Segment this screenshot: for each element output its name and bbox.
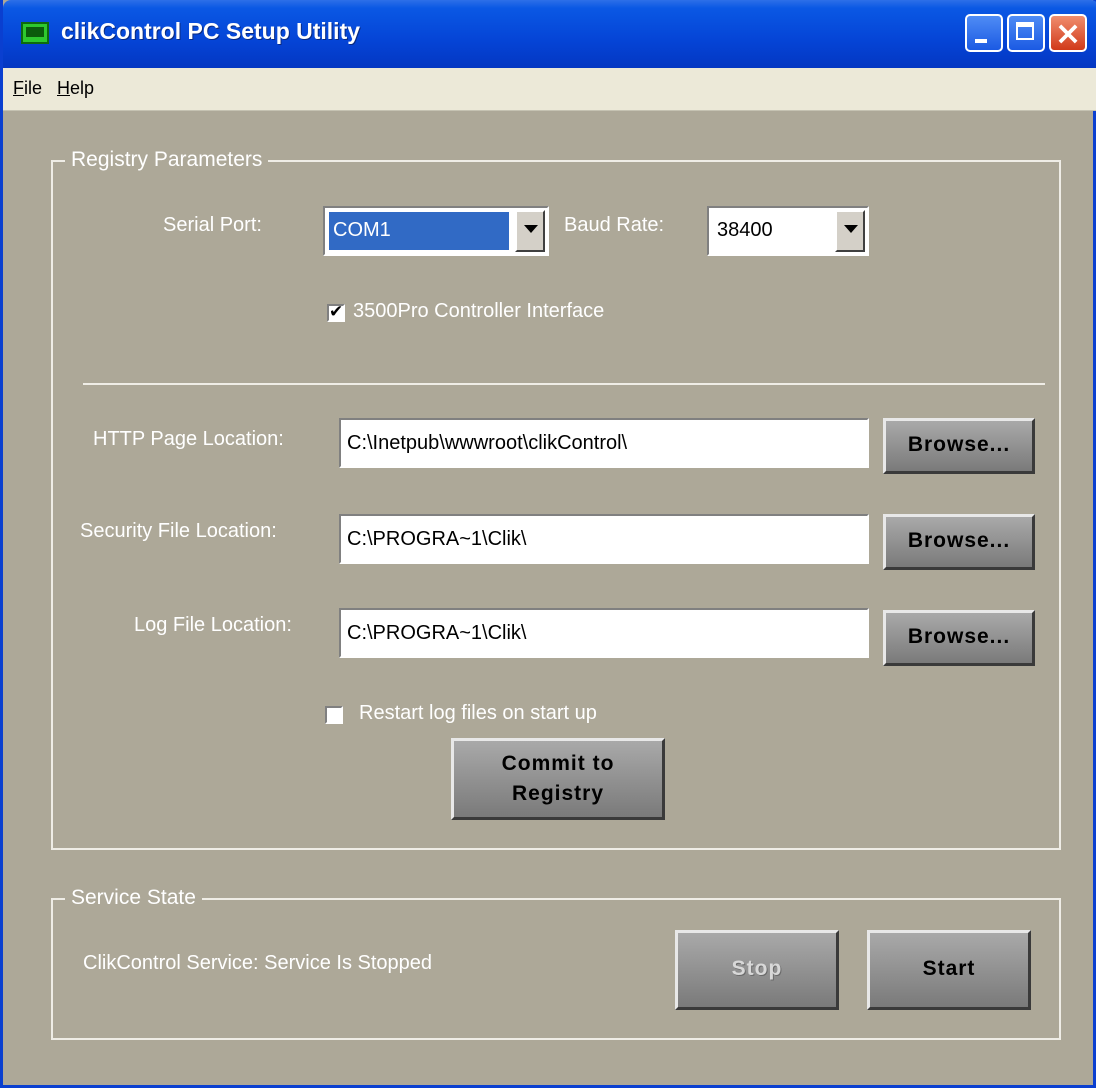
app-icon[interactable]	[21, 22, 49, 44]
menu-bar: File Help	[3, 68, 1096, 111]
title-bar[interactable]: clikControl PC Setup Utility ×	[3, 0, 1096, 68]
window-title: clikControl PC Setup Utility	[61, 18, 361, 44]
serial-port-value: COM1	[328, 211, 510, 251]
close-icon: ×	[1054, 14, 1082, 52]
log-browse-button[interactable]: Browse...	[883, 610, 1035, 666]
divider	[83, 383, 1045, 385]
serial-port-dropdown-arrow-icon[interactable]	[515, 210, 545, 252]
maximize-icon	[1016, 22, 1034, 40]
log-location-field[interactable]: C:\PROGRA~1\Clik\	[339, 608, 869, 658]
commit-line-2: Registry	[511, 782, 605, 805]
controller-interface-label[interactable]: 3500Pro Controller Interface	[353, 300, 604, 323]
baud-rate-value: 38400	[717, 219, 773, 241]
security-location-label: Security File Location:	[80, 520, 277, 542]
app-window: clikControl PC Setup Utility × File Help…	[0, 0, 1096, 1088]
close-button[interactable]: ×	[1049, 14, 1087, 52]
controller-interface-checkbox[interactable]	[327, 302, 345, 322]
service-status-text: ClikControl Service: Service Is Stopped	[83, 952, 433, 974]
stop-button[interactable]: Stop	[675, 930, 839, 1010]
baud-rate-dropdown-arrow-icon[interactable]	[835, 210, 865, 252]
commit-to-registry-button[interactable]: Commit to Registry	[451, 738, 665, 820]
minimize-button[interactable]	[965, 14, 1003, 52]
http-location-label: HTTP Page Location:	[93, 428, 284, 450]
commit-line-1: Commit to	[501, 752, 615, 775]
http-browse-button[interactable]: Browse...	[883, 418, 1035, 474]
service-group-label: Service State	[65, 886, 202, 910]
http-location-field[interactable]: C:\Inetpub\wwwroot\clikControl\	[339, 418, 869, 468]
security-browse-button[interactable]: Browse...	[883, 514, 1035, 570]
restart-log-checkbox[interactable]	[325, 706, 343, 724]
menu-help[interactable]: Help	[57, 78, 94, 99]
start-button[interactable]: Start	[867, 930, 1031, 1010]
minimize-icon	[975, 39, 987, 43]
security-location-field[interactable]: C:\PROGRA~1\Clik\	[339, 514, 869, 564]
registry-group-label: Registry Parameters	[65, 148, 269, 172]
serial-port-select[interactable]: COM1	[323, 206, 549, 256]
restart-log-label[interactable]: Restart log files on start up	[359, 702, 597, 725]
baud-rate-label: Baud Rate:	[564, 214, 665, 236]
maximize-button[interactable]	[1007, 14, 1045, 52]
menu-file[interactable]: File	[13, 78, 42, 99]
log-location-label: Log File Location:	[134, 614, 292, 636]
baud-rate-select[interactable]: 38400	[707, 206, 869, 256]
serial-port-label: Serial Port:	[163, 214, 262, 236]
